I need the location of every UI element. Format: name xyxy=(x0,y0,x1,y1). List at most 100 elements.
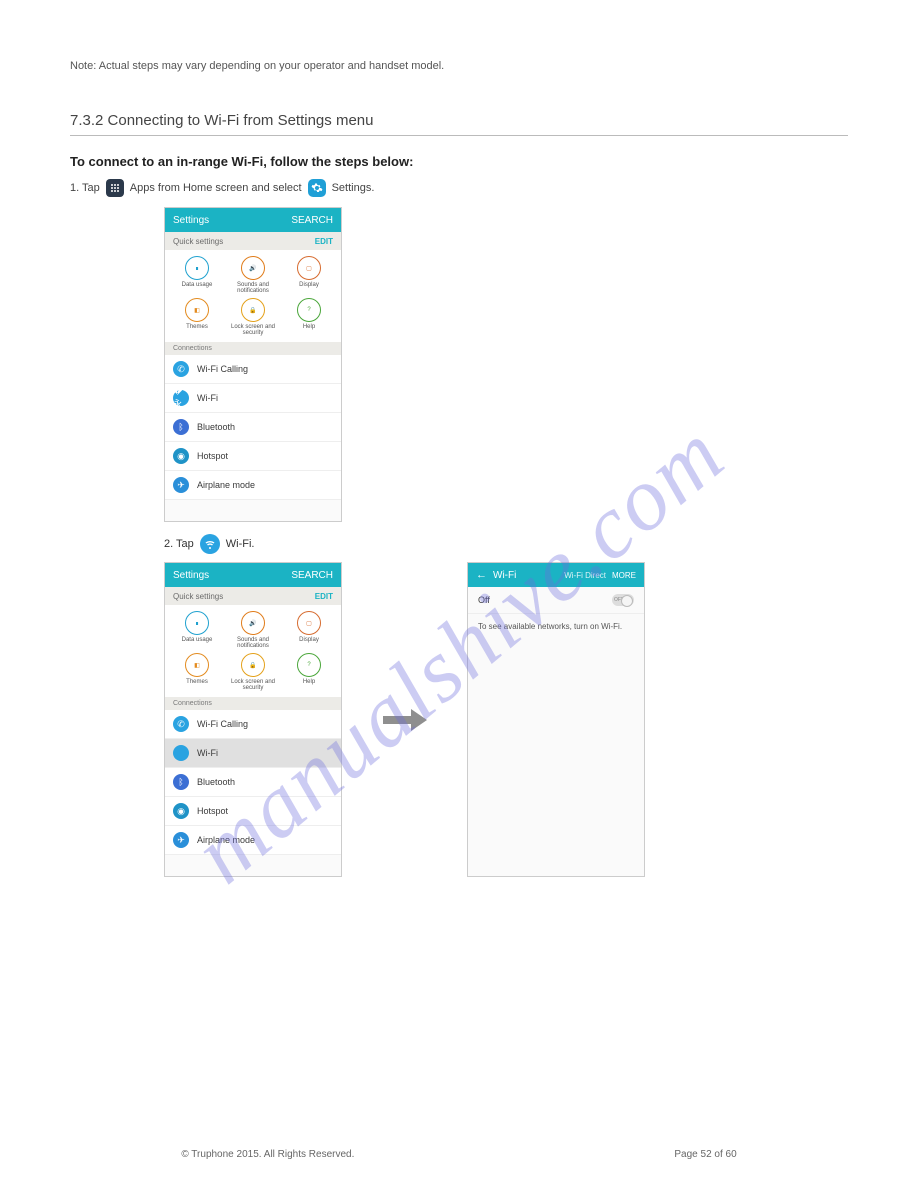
qs-label: Sounds and notifications xyxy=(225,282,281,294)
arrow-icon xyxy=(382,706,427,734)
phone-search[interactable]: SEARCH xyxy=(291,215,333,226)
wifi-hint: To see available networks, turn on Wi-Fi… xyxy=(468,614,644,639)
wifi-screenshot: ← Wi-Fi Wi-Fi Direct MORE Off OFF To see… xyxy=(467,562,645,877)
wifi-direct[interactable]: Wi-Fi Direct xyxy=(564,571,606,580)
airplane-icon: ✈ xyxy=(173,832,189,848)
qs-display[interactable]: ▢Display xyxy=(281,256,337,294)
row-label: Wi-Fi Calling xyxy=(197,719,248,729)
row-bluetooth[interactable]: ᛒ Bluetooth xyxy=(165,768,341,797)
row-label: Hotspot xyxy=(197,451,228,461)
connections-header: Connections xyxy=(165,697,341,710)
row-airplane[interactable]: ✈ Airplane mode xyxy=(165,826,341,855)
settings-screenshot-1: Settings SEARCH Quick settings EDIT ∎Dat… xyxy=(164,207,342,522)
settings-screenshot-2: Settings SEARCH Quick settings EDIT ∎Dat… xyxy=(164,562,342,877)
edit-button[interactable]: EDIT xyxy=(315,237,333,246)
qs-label: Themes xyxy=(186,679,208,685)
qs-label: Sounds and notifications xyxy=(225,637,281,649)
row-hotspot[interactable]: ◉ Hotspot xyxy=(165,797,341,826)
row-hotspot[interactable]: ◉ Hotspot xyxy=(165,442,341,471)
bluetooth-icon: ᛒ xyxy=(173,774,189,790)
qs-label: Data usage xyxy=(182,282,213,288)
wifi-calling-icon: ✆ xyxy=(173,361,189,377)
page-footer: © Truphone 2015. All Rights Reserved. Pa… xyxy=(0,1149,918,1160)
qs-label: Display xyxy=(299,637,319,643)
more-button[interactable]: MORE xyxy=(612,571,636,580)
row-wifi[interactable]: �永 Wi-Fi xyxy=(165,384,341,413)
row-wifi-calling[interactable]: ✆ Wi-Fi Calling xyxy=(165,710,341,739)
wifi-off-row: Off OFF xyxy=(468,587,644,614)
phone-header: Settings SEARCH xyxy=(165,208,341,232)
top-note: Note: Actual steps may vary depending on… xyxy=(70,60,848,72)
copyright: © Truphone 2015. All Rights Reserved. xyxy=(181,1149,354,1160)
page-number: Page 52 of 60 xyxy=(674,1149,736,1160)
page-content: Note: Actual steps may vary depending on… xyxy=(0,0,918,917)
step-2-prefix: 2. Tap xyxy=(164,538,194,550)
subheading: To connect to an in-range Wi-Fi, follow … xyxy=(70,154,848,169)
step-1-mid: Apps from Home screen and select xyxy=(130,180,302,197)
step-1-suffix: Settings. xyxy=(332,180,375,197)
row-bluetooth[interactable]: ᛒ Bluetooth xyxy=(165,413,341,442)
row-label: Hotspot xyxy=(197,806,228,816)
row-label: Airplane mode xyxy=(197,480,255,490)
settings-icon xyxy=(308,179,326,197)
section-title: 7.3.2 Connecting to Wi-Fi from Settings … xyxy=(70,112,848,136)
apps-icon xyxy=(106,179,124,197)
row-label: Bluetooth xyxy=(197,422,235,432)
qs-help[interactable]: ?Help xyxy=(281,298,337,336)
qs-data-usage[interactable]: ∎Data usage xyxy=(169,256,225,294)
row-wifi-selected[interactable]: ⠀ Wi-Fi xyxy=(165,739,341,768)
row-label: Bluetooth xyxy=(197,777,235,787)
bluetooth-icon: ᛒ xyxy=(173,419,189,435)
qs-display[interactable]: ▢Display xyxy=(281,611,337,649)
quick-settings-label: Quick settings xyxy=(173,592,223,601)
phone-search[interactable]: SEARCH xyxy=(291,570,333,581)
wifi-header: ← Wi-Fi Wi-Fi Direct MORE xyxy=(468,563,644,587)
quick-settings-grid: ∎Data usage 🔊Sounds and notifications ▢D… xyxy=(165,605,341,697)
screenshot-row-2: Settings SEARCH Quick settings EDIT ∎Dat… xyxy=(164,562,848,877)
wifi-icon xyxy=(200,534,220,554)
back-icon[interactable]: ← xyxy=(476,569,487,581)
phone-header: Settings SEARCH xyxy=(165,563,341,587)
quick-settings-label: Quick settings xyxy=(173,237,223,246)
wifi-icon: ⠀ xyxy=(173,745,189,761)
row-wifi-calling[interactable]: ✆ Wi-Fi Calling xyxy=(165,355,341,384)
hotspot-icon: ◉ xyxy=(173,448,189,464)
row-label: Airplane mode xyxy=(197,835,255,845)
wifi-icon: �永 xyxy=(173,390,189,406)
step-1: 1. Tap Apps from Home screen and select … xyxy=(70,179,848,197)
wifi-title: Wi-Fi xyxy=(493,570,558,581)
quick-settings-grid: ∎Data usage 🔊Sounds and notifications ▢D… xyxy=(165,250,341,342)
row-airplane[interactable]: ✈ Airplane mode xyxy=(165,471,341,500)
qs-lock[interactable]: 🔒Lock screen and security xyxy=(225,653,281,691)
qs-label: Data usage xyxy=(182,637,213,643)
qs-label: Themes xyxy=(186,324,208,330)
step-1-prefix: 1. Tap xyxy=(70,180,100,197)
row-label: Wi-Fi xyxy=(197,748,218,758)
step-2: 2. Tap Wi-Fi. xyxy=(164,534,848,554)
edit-button[interactable]: EDIT xyxy=(315,592,333,601)
qs-themes[interactable]: ◧Themes xyxy=(169,653,225,691)
step-2-suffix: Wi-Fi. xyxy=(226,538,255,550)
wifi-off-label: Off xyxy=(478,595,490,605)
qs-label: Help xyxy=(303,679,315,685)
qs-help[interactable]: ?Help xyxy=(281,653,337,691)
qs-lock[interactable]: 🔒Lock screen and security xyxy=(225,298,281,336)
qs-label: Lock screen and security xyxy=(225,324,281,336)
airplane-icon: ✈ xyxy=(173,477,189,493)
qs-label: Lock screen and security xyxy=(225,679,281,691)
qs-data-usage[interactable]: ∎Data usage xyxy=(169,611,225,649)
row-label: Wi-Fi Calling xyxy=(197,364,248,374)
row-label: Wi-Fi xyxy=(197,393,218,403)
qs-sounds[interactable]: 🔊Sounds and notifications xyxy=(225,256,281,294)
hotspot-icon: ◉ xyxy=(173,803,189,819)
wifi-calling-icon: ✆ xyxy=(173,716,189,732)
wifi-toggle[interactable]: OFF xyxy=(612,594,634,606)
phone-title: Settings xyxy=(173,570,209,581)
phone-title: Settings xyxy=(173,215,209,226)
qs-label: Display xyxy=(299,282,319,288)
qs-themes[interactable]: ◧Themes xyxy=(169,298,225,336)
quick-settings-bar: Quick settings EDIT xyxy=(165,587,341,605)
quick-settings-bar: Quick settings EDIT xyxy=(165,232,341,250)
qs-sounds[interactable]: 🔊Sounds and notifications xyxy=(225,611,281,649)
connections-header: Connections xyxy=(165,342,341,355)
